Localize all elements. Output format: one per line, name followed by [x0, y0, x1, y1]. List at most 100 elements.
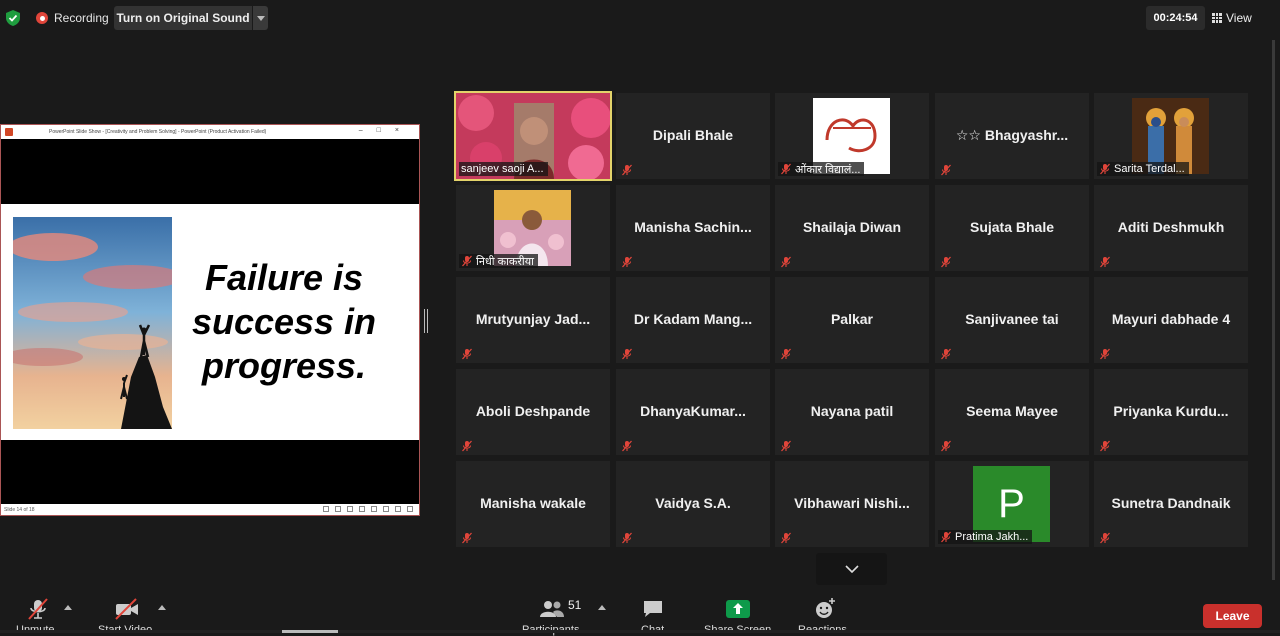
participant-tile[interactable]: sanjeev saoji A...	[454, 91, 612, 181]
participants-button[interactable]: 51	[540, 596, 581, 622]
start-video-button[interactable]	[114, 596, 140, 622]
participant-name: Sarita Terdal...	[1114, 163, 1185, 175]
slide-count: Slide 14 of 18	[4, 506, 35, 513]
window-title: PowerPoint Slide Show - [Creativity and …	[49, 129, 267, 135]
audio-options-caret[interactable]	[64, 605, 72, 610]
participant-name: Sanjivanee tai	[965, 311, 1059, 327]
reactions-button[interactable]	[814, 596, 836, 622]
participant-name: Palkar	[830, 311, 874, 327]
slide-line-2: success in	[191, 301, 377, 342]
original-sound-button[interactable]: Turn on Original Sound	[114, 6, 252, 30]
participant-tile[interactable]: Aditi Deshmukh	[1094, 185, 1248, 271]
participant-tile[interactable]: निधी काकरीया	[456, 185, 610, 271]
chevron-down-icon	[844, 565, 859, 573]
unmute-button[interactable]	[26, 596, 50, 622]
window-controls: –□×	[358, 127, 413, 134]
participant-name: Sunetra Dandnaik	[1111, 495, 1231, 511]
participant-label: Pratima Jakh...	[938, 530, 1033, 544]
participant-tile[interactable]: DhanyaKumar...	[616, 369, 770, 455]
participant-label: sanjeev saoji A...	[459, 162, 548, 176]
mic-muted-icon	[621, 347, 633, 360]
participants-caret[interactable]	[598, 605, 606, 610]
mic-muted-icon	[621, 163, 633, 176]
share-screen-button[interactable]	[726, 596, 750, 622]
view-button[interactable]: View	[1212, 6, 1264, 30]
participant-name: Aboli Deshpande	[475, 403, 591, 419]
microphone-muted-icon	[28, 598, 48, 620]
chat-button[interactable]	[642, 596, 664, 622]
participant-tile[interactable]: ☆☆ Bhagyashr...	[935, 93, 1089, 179]
participant-name: Mrutyunjay Jad...	[475, 311, 591, 327]
participant-name: Vibhawari Nishi...	[794, 495, 910, 511]
mic-muted-icon	[1099, 531, 1111, 544]
recording-indicator[interactable]: Recording	[36, 8, 109, 28]
mic-muted-icon	[621, 255, 633, 268]
shared-screen: PowerPoint Slide Show - [Creativity and …	[0, 124, 420, 516]
participant-tile[interactable]: P Pratima Jakh...	[935, 461, 1089, 547]
participant-name: Priyanka Kurdu...	[1113, 403, 1229, 419]
mic-muted-icon	[940, 531, 952, 543]
slide-text: Failure is success in progress.	[179, 256, 389, 388]
security-shield-icon[interactable]	[6, 10, 20, 26]
mic-muted-icon	[940, 439, 952, 452]
participant-tile[interactable]: Sanjivanee tai	[935, 277, 1089, 363]
participant-name: Aditi Deshmukh	[1117, 219, 1225, 235]
participant-tile[interactable]: Palkar	[775, 277, 929, 363]
participant-name: Nayana patil	[810, 403, 894, 419]
participant-tile[interactable]: ओंकार विद्यालं...	[775, 93, 929, 179]
mic-muted-icon	[780, 163, 792, 175]
participant-name: sanjeev saoji A...	[461, 163, 544, 175]
participant-tile[interactable]: Vibhawari Nishi...	[775, 461, 929, 547]
participant-name: DhanyaKumar...	[640, 403, 746, 419]
participant-tile[interactable]: Dipali Bhale	[616, 93, 770, 179]
slide: Failure is success in progress.	[1, 204, 419, 440]
participant-tile[interactable]: Dr Kadam Mang...	[616, 277, 770, 363]
mic-muted-icon	[461, 347, 473, 360]
participant-name: Shailaja Diwan	[802, 219, 902, 235]
participant-name: Seema Mayee	[966, 403, 1058, 419]
recording-label: Recording	[54, 11, 109, 25]
participant-label: निधी काकरीया	[459, 254, 538, 268]
mic-muted-icon	[1099, 439, 1111, 452]
scroll-down-button[interactable]	[816, 553, 887, 585]
mic-muted-icon	[1099, 255, 1111, 268]
participant-tile[interactable]: Mayuri dabhade 4	[1094, 277, 1248, 363]
resize-handle[interactable]	[424, 309, 428, 333]
slide-photo	[13, 217, 172, 429]
participant-tile[interactable]: Aboli Deshpande	[456, 369, 610, 455]
participant-name: Vaidya S.A.	[655, 495, 731, 511]
mic-muted-icon	[940, 163, 952, 176]
participant-name: Manisha Sachin...	[634, 219, 752, 235]
participants-count: 51	[568, 598, 582, 612]
participant-name: ☆☆ Bhagyashr...	[955, 127, 1069, 143]
participant-tile[interactable]: Nayana patil	[775, 369, 929, 455]
participant-name: Sujata Bhale	[969, 219, 1055, 235]
participant-tile[interactable]: Sarita Terdal...	[1094, 93, 1248, 179]
participant-tile[interactable]: Vaidya S.A.	[616, 461, 770, 547]
mic-muted-icon	[621, 531, 633, 544]
participant-tile[interactable]: Mrutyunjay Jad...	[456, 277, 610, 363]
participant-name: Pratima Jakh...	[955, 531, 1029, 543]
video-options-caret[interactable]	[158, 605, 166, 610]
mic-muted-icon	[461, 439, 473, 452]
mic-muted-icon	[1099, 347, 1111, 360]
video-off-icon	[115, 598, 138, 620]
participant-name: Dipali Bhale	[652, 127, 734, 143]
participant-tile[interactable]: Priyanka Kurdu...	[1094, 369, 1248, 455]
mic-muted-icon	[461, 531, 473, 544]
participant-tile[interactable]: Manisha Sachin...	[616, 185, 770, 271]
participant-tile[interactable]: Sujata Bhale	[935, 185, 1089, 271]
mic-muted-icon	[940, 347, 952, 360]
leave-button[interactable]: Leave	[1203, 604, 1262, 628]
participant-label: ओंकार विद्यालं...	[778, 162, 865, 176]
participants-icon	[540, 601, 564, 617]
participant-tile[interactable]: Seema Mayee	[935, 369, 1089, 455]
mic-muted-icon	[461, 255, 473, 267]
participant-tile[interactable]: Sunetra Dandnaik	[1094, 461, 1248, 547]
participant-tile[interactable]: Shailaja Diwan	[775, 185, 929, 271]
participant-name: Dr Kadam Mang...	[633, 311, 753, 327]
participant-tile[interactable]: Manisha wakale	[456, 461, 610, 547]
original-sound-dropdown[interactable]	[253, 6, 268, 30]
powerpoint-icon	[5, 128, 13, 136]
mic-muted-icon	[780, 255, 792, 268]
